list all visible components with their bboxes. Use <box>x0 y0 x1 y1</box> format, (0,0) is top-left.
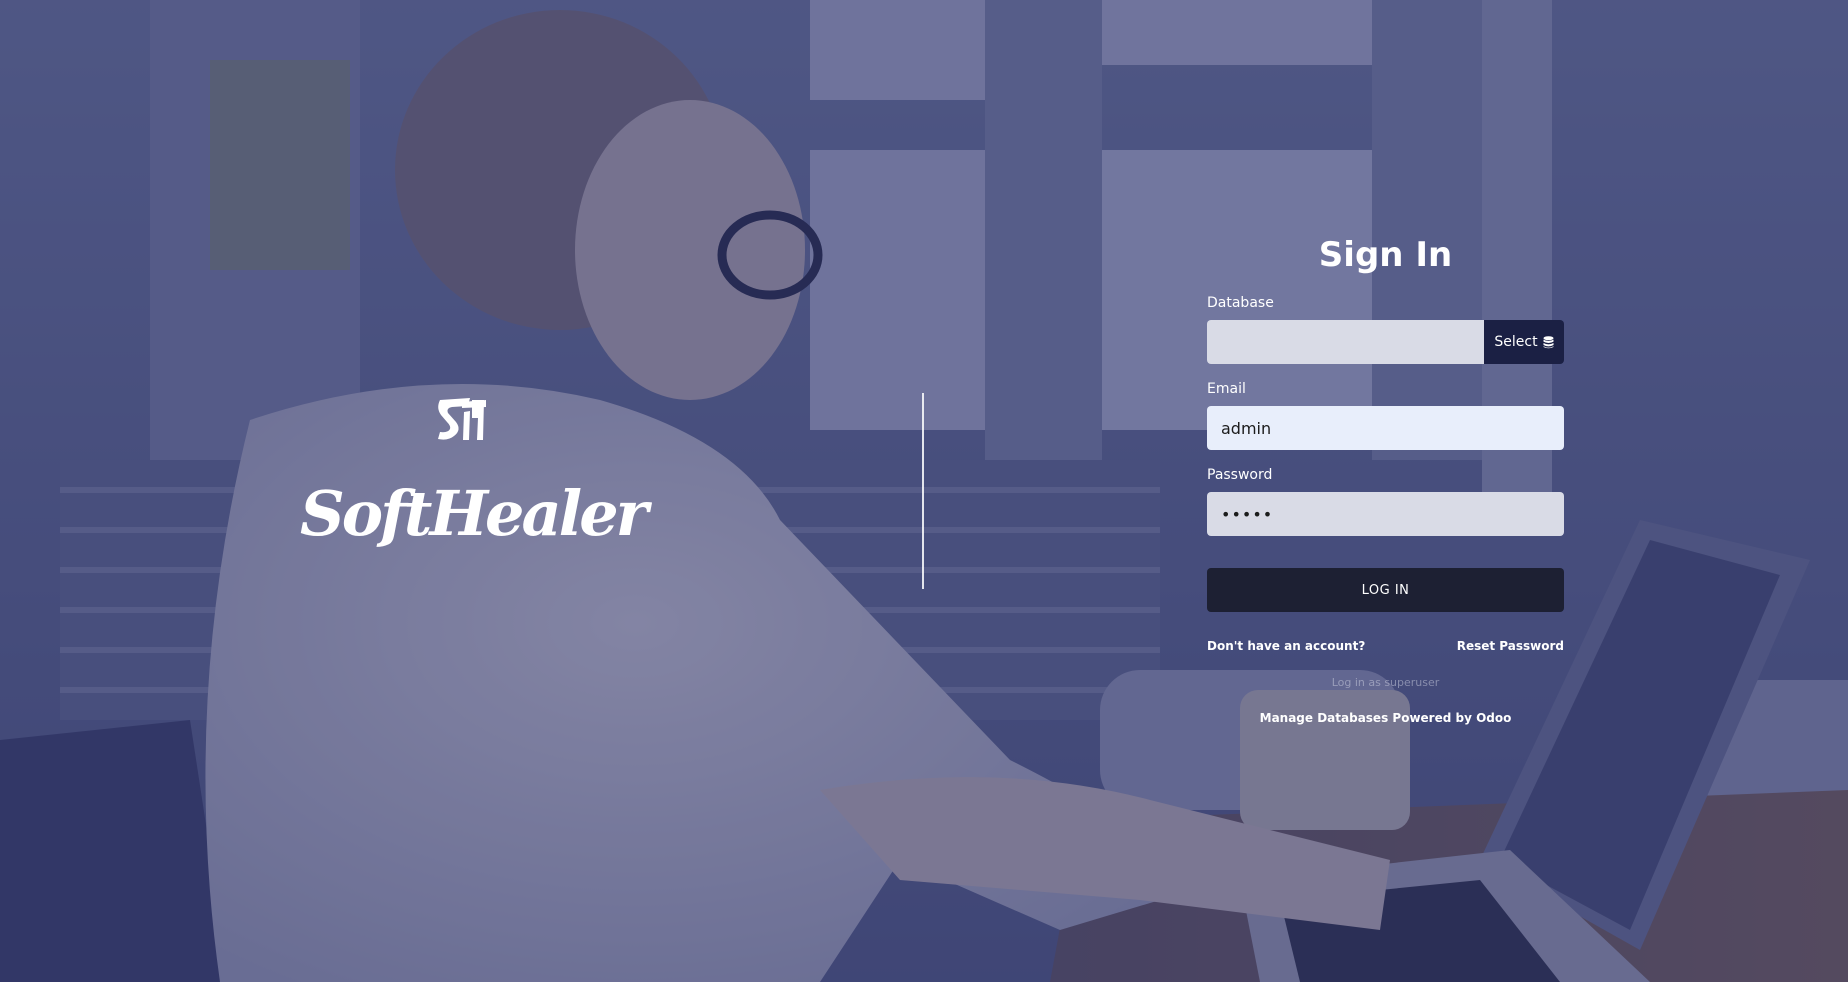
database-input[interactable] <box>1207 320 1484 364</box>
email-field[interactable] <box>1207 406 1564 450</box>
database-input-group: Select <box>1207 320 1564 364</box>
signup-link[interactable]: Don't have an account? <box>1207 638 1365 654</box>
login-page: SoftHealer Sign In Database Select Email… <box>0 0 1848 982</box>
powered-by-prefix: Powered by <box>1392 711 1472 725</box>
softhealer-sh-mark-icon <box>438 398 486 440</box>
database-select-label: Select <box>1494 334 1538 350</box>
email-label: Email <box>1207 381 1246 397</box>
vertical-divider <box>922 393 924 589</box>
database-label: Database <box>1207 295 1274 311</box>
reset-password-link[interactable]: Reset Password <box>1457 638 1564 654</box>
footer-links: Manage Databases Powered by Odoo <box>1207 710 1564 726</box>
login-button[interactable]: LOG IN <box>1207 568 1564 612</box>
form-title: Sign In <box>1318 235 1453 275</box>
login-form: Sign In Database Select Email Password L… <box>1207 230 1564 726</box>
powered-by-link[interactable]: Powered by Odoo <box>1392 711 1511 725</box>
superuser-login-link[interactable]: Log in as superuser <box>1207 676 1564 690</box>
password-field[interactable] <box>1207 492 1564 536</box>
powered-by-brand: Odoo <box>1476 711 1512 725</box>
background-overlay <box>0 0 1848 982</box>
brand-name: SoftHealer <box>300 477 648 550</box>
database-icon <box>1543 335 1554 348</box>
account-links: Don't have an account? Reset Password <box>1207 638 1564 654</box>
manage-databases-link[interactable]: Manage Databases <box>1260 711 1389 725</box>
database-select-button[interactable]: Select <box>1484 320 1564 364</box>
password-label: Password <box>1207 467 1273 483</box>
